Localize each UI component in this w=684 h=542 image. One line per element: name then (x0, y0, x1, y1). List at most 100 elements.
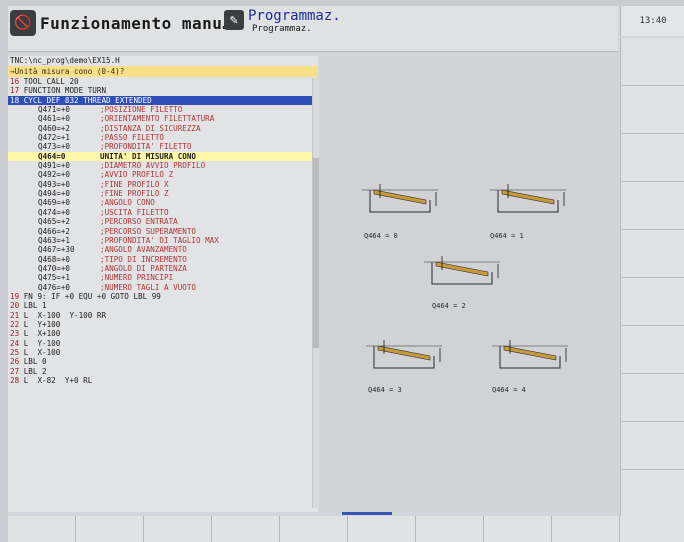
line-text: LBL 0 (19, 357, 47, 367)
softkey-9[interactable] (552, 516, 620, 542)
program-line[interactable]: 16 TOOL CALL 20 (8, 77, 318, 86)
parameter-line[interactable]: Q494=+0 ;FINE PROFILO Z (8, 189, 318, 198)
parameter-name: Q493=+0 (38, 179, 71, 189)
parameter-line[interactable]: Q461=+0 ;ORIENTAMENTO FILETTATURA (8, 114, 318, 123)
programming-mode[interactable]: ✎ Programmaz. Programmaz. (224, 8, 341, 34)
vertical-softkey-6[interactable] (620, 278, 684, 326)
program-line[interactable]: 26 LBL 0 (8, 357, 318, 366)
program-line[interactable]: 23 L X+100 (8, 329, 318, 338)
thread-band-3 (377, 345, 431, 361)
vertical-softkey-8[interactable] (620, 374, 684, 422)
parameter-line[interactable]: Q465=+2 ;PERCORSO ENTRATA (8, 217, 318, 226)
program-editor[interactable]: TNC:\nc_prog\demo\EX15.H →Unità misura c… (8, 56, 319, 512)
program-line[interactable]: 24 L Y-100 (8, 339, 318, 348)
softkey-7[interactable] (416, 516, 484, 542)
manual-mode-icon: 🚫 (10, 10, 36, 36)
parameter-comment: ;AVVIO PROFILO Z (100, 170, 174, 180)
parameter-line[interactable]: Q472=+1 ;PASSO FILETTO (8, 133, 318, 142)
softkey-8[interactable] (484, 516, 552, 542)
parameter-comment: ;PROFONDITA' DI TAGLIO MAX (100, 235, 219, 245)
vertical-softkey-7[interactable] (620, 326, 684, 374)
program-line[interactable]: 22 L Y+100 (8, 320, 318, 329)
parameter-line[interactable]: Q468=+0 ;TIPO DI INCREMENTO (8, 255, 318, 264)
program-line[interactable]: 18 CYCL DEF 832 THREAD EXTENDED (8, 95, 318, 106)
softkey-4[interactable] (212, 516, 280, 542)
parameter-comment: ;FINE PROFILO Z (100, 189, 169, 199)
parameter-name: Q469=+0 (38, 198, 71, 208)
line-number: 27 (10, 366, 20, 376)
parameter-line[interactable]: Q460=+2 ;DISTANZA DI SICUREZZA (8, 124, 318, 133)
parameter-line[interactable]: Q474=+0 ;USCITA FILETTO (8, 208, 318, 217)
parameter-name: Q464=0 (38, 151, 66, 161)
parameter-line[interactable]: Q463=+1 ;PROFONDITA' DI TAGLIO MAX (8, 236, 318, 245)
active-parameter-line[interactable]: Q464=0 UNITA' DI MISURA CONO (8, 151, 318, 162)
parameter-comment: ;ANGOLO CONO (100, 198, 155, 208)
softkey-1[interactable] (8, 516, 76, 542)
program-line[interactable]: 28 L X-82 Y+0 RL (8, 376, 318, 385)
program-line[interactable]: 20 LBL 1 (8, 301, 318, 310)
parameter-line[interactable]: Q491=+0 ;DIAMETRO AVVIO PROFILO (8, 161, 318, 170)
parameter-name: Q494=+0 (38, 189, 71, 199)
thread-band-0 (373, 189, 427, 205)
line-number: 21 (10, 310, 20, 320)
mode-header: 🚫 Funzionamento manu… ✎ Programmaz. Prog… (8, 6, 618, 52)
parameter-line[interactable]: Q492=+0 ;AVVIO PROFILO Z (8, 170, 318, 179)
parameter-comment: ;DISTANZA DI SICUREZZA (100, 123, 201, 133)
parameter-comment: ;NUMERO PRINCIPI (100, 273, 174, 283)
line-number: 17 (10, 86, 20, 96)
parameter-line[interactable]: Q469=+0 ;ANGOLO CONO (8, 198, 318, 207)
editor-scrollbar[interactable] (312, 78, 319, 508)
parameter-line[interactable]: Q466=+2 ;PERCORSO SUPERAMENTO (8, 227, 318, 236)
line-number: 24 (10, 338, 20, 348)
parameter-name: Q491=+0 (38, 161, 71, 171)
vertical-softkey-10[interactable] (620, 470, 684, 518)
programming-mode-sublabel: Programmaz. (252, 24, 312, 34)
parameter-line[interactable]: Q471=+0 ;POSIZIONE FILETTO (8, 105, 318, 114)
parameter-name: Q474=+0 (38, 207, 71, 217)
variant-label-3: Q464 = 3 (368, 386, 402, 394)
vertical-softkey-3[interactable] (620, 134, 684, 182)
parameter-comment: ;POSIZIONE FILETTO (100, 105, 183, 115)
vertical-softkey-4[interactable] (620, 182, 684, 230)
program-line[interactable]: 21 L X-100 Y-100 RR (8, 311, 318, 320)
line-text: CYCL DEF 832 THREAD EXTENDED (19, 95, 152, 105)
editor-scroll-thumb[interactable] (313, 158, 319, 348)
parameter-comment: ;FINE PROFILO X (100, 179, 169, 189)
parameter-name: Q465=+2 (38, 217, 71, 227)
softkey-2[interactable] (76, 516, 144, 542)
parameter-comment: ;ANGOLO AVANZAMENTO (100, 245, 187, 255)
softkey-10[interactable] (620, 516, 684, 542)
thread-band-2 (435, 261, 489, 277)
program-line[interactable]: 27 LBL 2 (8, 367, 318, 376)
program-line[interactable]: 17 FUNCTION MODE TURN (8, 86, 318, 95)
softkey-6[interactable] (348, 516, 416, 542)
parameter-line[interactable]: Q476=+0 ;NUMERO TAGLI A VUOTO (8, 283, 318, 292)
softkey-5[interactable] (280, 516, 348, 542)
vertical-softkey-9[interactable] (620, 422, 684, 470)
line-text: L X-82 Y+0 RL (19, 376, 93, 385)
programming-mode-icon: ✎ (224, 10, 244, 30)
program-line[interactable]: 25 L X-100 (8, 348, 318, 357)
parameter-line[interactable]: Q475=+1 ;NUMERO PRINCIPI (8, 273, 318, 282)
parameter-line[interactable]: Q470=+0 ;ANGOLO DI PARTENZA (8, 264, 318, 273)
parameter-name: Q463=+1 (38, 235, 71, 245)
line-text: L X-100 Y-100 RR (19, 310, 107, 320)
vertical-softkey-1[interactable] (620, 38, 684, 86)
line-text: L X+100 (19, 329, 61, 339)
parameter-line[interactable]: Q493=+0 ;FINE PROFILO X (8, 180, 318, 189)
line-text: FUNCTION MODE TURN (19, 86, 107, 96)
parameter-name: Q460=+2 (38, 123, 71, 133)
parameter-line[interactable]: Q467=+30 ;ANGOLO AVANZAMENTO (8, 245, 318, 254)
line-number: 20 (10, 301, 20, 311)
parameter-name: Q461=+0 (38, 114, 71, 124)
machine-mode[interactable]: 🚫 Funzionamento manu… (10, 8, 233, 38)
parameter-comment: ;NUMERO TAGLI A VUOTO (100, 282, 197, 292)
variant-label-4: Q464 = 4 (492, 386, 526, 394)
softkey-3[interactable] (144, 516, 212, 542)
line-number: 23 (10, 329, 20, 339)
parameter-line[interactable]: Q473=+0 ;PROFONDITA' FILETTO (8, 142, 318, 151)
line-text: L X-100 (19, 347, 61, 357)
vertical-softkey-2[interactable] (620, 86, 684, 134)
program-line[interactable]: 19 FN 9: IF +0 EQU +0 GOTO LBL 99 (8, 292, 318, 301)
vertical-softkey-5[interactable] (620, 230, 684, 278)
